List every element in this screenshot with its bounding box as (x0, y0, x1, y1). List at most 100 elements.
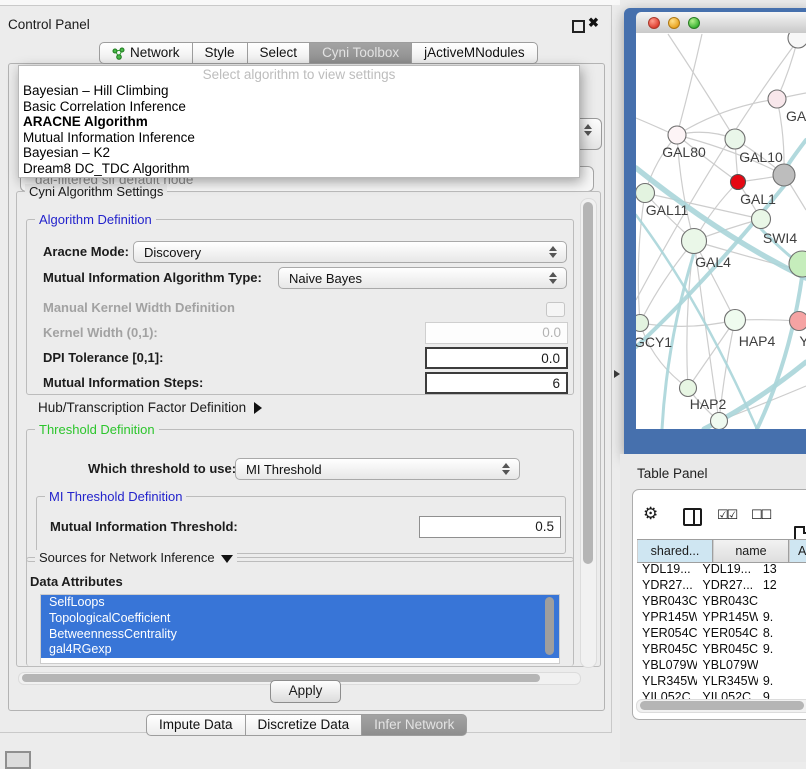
zoom-light-icon[interactable] (688, 17, 700, 29)
dpi-tolerance-field[interactable]: 0.0 (425, 347, 568, 369)
gear-icon[interactable]: ⚙ (643, 504, 658, 524)
hub-definition-toggle[interactable]: Hub/Transcription Factor Definition (38, 399, 262, 417)
table-cell: YIL052C (637, 689, 697, 699)
apply-button[interactable]: Apply (270, 680, 341, 703)
network-node[interactable] (788, 33, 806, 48)
which-threshold-combobox[interactable]: MI Threshold (235, 458, 520, 480)
tab-network[interactable]: Network (99, 42, 193, 64)
network-node-hap2[interactable] (680, 380, 697, 397)
network-node-gal10[interactable] (725, 129, 745, 149)
table-cell: YLR345W (697, 673, 757, 689)
network-node-y[interactable] (790, 312, 806, 331)
table-row[interactable]: YBR045CYBR045C9. (637, 641, 806, 657)
table-row[interactable]: YPR145WYPR145W9. (637, 609, 806, 625)
kernel-width-field[interactable]: 0.0 (425, 322, 568, 344)
tab-label: Style (205, 42, 235, 64)
mi-threshold-group-title: MI Threshold Definition (45, 489, 186, 504)
network-node-gal4[interactable] (682, 229, 707, 254)
float-window-icon[interactable] (572, 20, 585, 33)
table-cell: YIL052C (697, 689, 757, 699)
attribute-item-topologicalcoefficient[interactable]: TopologicalCoefficient (41, 611, 559, 627)
combo-stepper-icon (497, 463, 519, 475)
table-cell: 12 (758, 577, 806, 593)
table-row[interactable]: YBR043CYBR043C (637, 593, 806, 609)
network-node-gal[interactable] (768, 90, 786, 108)
threshold-definition-title: Threshold Definition (35, 422, 159, 437)
control-panel-tabs: Network Style SelectCyni Toolbox jActiveMNo… (99, 42, 538, 64)
mi-threshold-label: Mutual Information Threshold: (50, 517, 238, 537)
sources-title: Sources for Network Inference (35, 550, 237, 565)
network-node-gal1[interactable] (731, 175, 746, 190)
tab-select[interactable]: Select (248, 42, 311, 64)
node-table-panel: ⚙ ☑☑ ☐☐ shared...nameA YDL19...YDL19...1… (632, 489, 806, 720)
table-cell: YBR045C (697, 641, 757, 657)
tab-discretize-data[interactable]: Discretize Data (246, 714, 363, 736)
collapsed-arrow-icon (254, 402, 262, 414)
aracne-mode-combobox[interactable]: Discovery (133, 241, 567, 263)
mi-threshold-field[interactable]: 0.5 (419, 516, 561, 538)
algorithm-option-basic-correlation-inference[interactable]: Basic Correlation Inference (19, 99, 579, 115)
tab-style[interactable]: Style (193, 42, 248, 64)
tab-label: jActiveMNodules (424, 42, 525, 64)
manual-kernel-checkbox[interactable] (546, 302, 565, 317)
column-header-name[interactable]: name (713, 540, 789, 562)
tab-cyni-toolbox[interactable]: Cyni Toolbox (310, 42, 412, 64)
columns-icon[interactable] (683, 508, 702, 526)
table-row[interactable]: YBL079WYBL079W (637, 657, 806, 673)
tab-label: Impute Data (159, 714, 233, 736)
table-row[interactable]: YLR345WYLR345W9. (637, 673, 806, 689)
select-all-columns-icon[interactable]: ☑☑ (717, 505, 736, 525)
network-window-titlebar[interactable] (636, 12, 806, 34)
algorithm-option-mutual-information-inference[interactable]: Mutual Information Inference (19, 130, 579, 146)
attribute-item-gal4rgexp[interactable]: gal4RGexp (41, 642, 559, 658)
column-header-a[interactable]: A (789, 540, 806, 562)
table-cell: YBL079W (697, 657, 757, 673)
table-row[interactable]: YDR27...YDR27...12 (637, 577, 806, 593)
network-view-window[interactable]: GALGAL80GAL10GAL1GAL11SWI4GAL4GCY1HAP4YH… (624, 8, 806, 454)
network-node-gal80[interactable] (668, 126, 686, 144)
tab-infer-network[interactable]: Infer Network (362, 714, 467, 736)
algorithm-option-bayesian-hill-climbing[interactable]: Bayesian – Hill Climbing (19, 83, 579, 99)
network-node-swi4[interactable] (752, 210, 771, 229)
close-icon[interactable]: ✖ (588, 15, 599, 31)
which-threshold-value: MI Threshold (236, 462, 497, 477)
table-horizontal-scrollbar[interactable] (636, 699, 806, 713)
table-cell: YBL079W (637, 657, 697, 673)
algorithm-option-aracne-algorithm[interactable]: ARACNE Algorithm (19, 114, 579, 130)
table-cell: YDR27... (637, 577, 697, 593)
data-attributes-label: Data Attributes (30, 572, 123, 592)
network-node[interactable] (711, 413, 728, 430)
network-node-gcy1[interactable] (636, 315, 649, 332)
table-row[interactable]: YER054CYER054C8. (637, 625, 806, 641)
panel-splitter-arrow-icon[interactable] (614, 370, 620, 378)
network-node-hap4[interactable] (725, 310, 746, 331)
control-panel-window: Control Panel ✖ gal-filtered sif default… (0, 5, 612, 733)
attribute-list-scrollbar[interactable] (545, 597, 554, 655)
table-header: shared...nameA (637, 539, 806, 563)
mi-type-combobox[interactable]: Naive Bayes (278, 267, 567, 289)
network-canvas[interactable]: GALGAL80GAL10GAL1GAL11SWI4GAL4GCY1HAP4YH… (636, 33, 806, 429)
algorithm-option-bayesian-k2[interactable]: Bayesian – K2 (19, 145, 579, 161)
attribute-item-betweennesscentrality[interactable]: BetweennessCentrality (41, 627, 559, 643)
mi-steps-label: Mutual Information Steps: (43, 373, 203, 393)
table-row[interactable]: YDL19...YDL19...13 (637, 561, 806, 577)
network-node[interactable] (773, 164, 795, 186)
minimize-light-icon[interactable] (668, 17, 680, 29)
algorithm-option-dream8-dc-tdc-algorithm[interactable]: Dream8 DC_TDC Algorithm (19, 161, 579, 177)
table-row[interactable]: YIL052CYIL052C9. (637, 689, 806, 699)
attribute-item-selfloops[interactable]: SelfLoops (41, 595, 559, 611)
settings-vertical-scrollbar[interactable] (580, 198, 597, 668)
tab-impute-data[interactable]: Impute Data (146, 714, 246, 736)
deselect-all-columns-icon[interactable]: ☐☐ (751, 505, 770, 525)
network-node-gal11[interactable] (636, 184, 655, 203)
tab-jactivemnodules[interactable]: jActiveMNodules (412, 42, 538, 64)
docked-panel-icon[interactable] (5, 751, 31, 769)
table-cell: YDL19... (697, 561, 757, 577)
mi-steps-field[interactable]: 6 (425, 372, 568, 394)
manual-kernel-label: Manual Kernel Width Definition (43, 298, 235, 318)
table-panel-title: Table Panel (637, 466, 708, 481)
node-label-gal: GAL (786, 108, 806, 124)
close-light-icon[interactable] (648, 17, 660, 29)
column-header-shared[interactable]: shared... (637, 540, 713, 562)
window-title: Control Panel (8, 17, 90, 32)
